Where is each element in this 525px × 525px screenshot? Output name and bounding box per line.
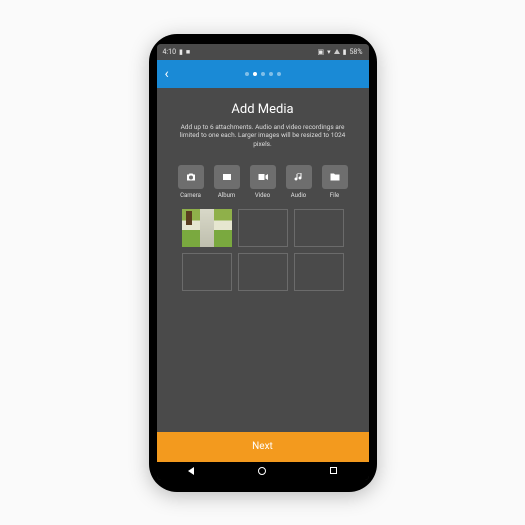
- page-description: Add up to 6 attachments. Audio and video…: [169, 123, 357, 159]
- option-video[interactable]: Video: [248, 165, 278, 199]
- attachment-slot-empty[interactable]: [294, 209, 344, 247]
- android-navbar: [157, 462, 369, 480]
- option-audio[interactable]: Audio: [284, 165, 314, 199]
- progress-dot: [277, 72, 281, 76]
- notification-icon: ▮: [179, 48, 183, 56]
- attachment-grid: [169, 209, 357, 291]
- progress-dot: [261, 72, 265, 76]
- camera-icon: [185, 171, 197, 183]
- status-bar: 4:10 ▮ ■ ▣ ▾ ▮ 58%: [157, 44, 369, 60]
- nav-recent-icon[interactable]: [330, 467, 337, 474]
- wifi-icon: ▾: [327, 48, 331, 56]
- nav-back-icon[interactable]: [188, 467, 194, 475]
- attachment-slot-empty[interactable]: [238, 253, 288, 291]
- option-label: File: [330, 192, 339, 199]
- media-options-row: Camera Album Video Audio File: [169, 165, 357, 199]
- notification-icon: ■: [186, 48, 190, 56]
- audio-icon: [293, 171, 305, 183]
- screen: 4:10 ▮ ■ ▣ ▾ ▮ 58% ‹ Add Medi: [157, 44, 369, 480]
- option-label: Audio: [291, 192, 306, 199]
- option-label: Video: [255, 192, 270, 199]
- progress-dots: [245, 72, 281, 76]
- nav-home-icon[interactable]: [258, 467, 266, 475]
- battery-icon: ▮: [343, 48, 347, 56]
- folder-icon: [329, 171, 341, 183]
- attachment-slot-empty[interactable]: [238, 209, 288, 247]
- option-file[interactable]: File: [320, 165, 350, 199]
- option-label: Album: [218, 192, 235, 199]
- progress-dot: [269, 72, 273, 76]
- signal-icon: [334, 49, 340, 54]
- progress-dot-active: [253, 72, 257, 76]
- status-time: 4:10: [163, 48, 177, 56]
- option-camera[interactable]: Camera: [176, 165, 206, 199]
- app-header: ‹: [157, 60, 369, 88]
- battery-percent: 58%: [350, 48, 363, 56]
- attachment-slot-empty[interactable]: [182, 253, 232, 291]
- content-area: Add Media Add up to 6 attachments. Audio…: [157, 88, 369, 432]
- attachment-slot-filled[interactable]: [182, 209, 232, 247]
- cast-icon: ▣: [318, 48, 325, 56]
- attachment-slot-empty[interactable]: [294, 253, 344, 291]
- option-label: Camera: [180, 192, 201, 199]
- phone-frame: 4:10 ▮ ■ ▣ ▾ ▮ 58% ‹ Add Medi: [149, 34, 377, 492]
- next-button[interactable]: Next: [157, 432, 369, 462]
- page-title: Add Media: [169, 102, 357, 117]
- back-button[interactable]: ‹: [165, 67, 169, 81]
- album-icon: [221, 171, 233, 183]
- video-icon: [257, 171, 269, 183]
- next-button-label: Next: [252, 441, 273, 452]
- progress-dot: [245, 72, 249, 76]
- option-album[interactable]: Album: [212, 165, 242, 199]
